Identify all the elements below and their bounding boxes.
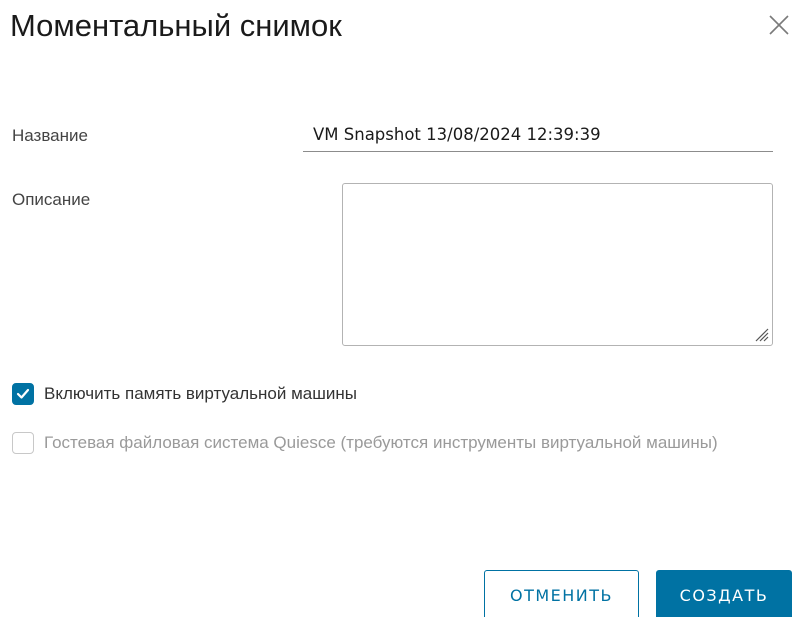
description-textarea[interactable] — [342, 183, 773, 346]
include-memory-checkbox[interactable] — [12, 383, 34, 405]
snapshot-dialog: Моментальный снимок Название Описание Вк… — [0, 0, 792, 617]
quiesce-label: Гостевая файловая система Quiesce (требу… — [44, 433, 718, 452]
include-memory-label: Включить память виртуальной машины — [44, 384, 357, 403]
dialog-title: Моментальный снимок — [10, 8, 342, 43]
cancel-button[interactable]: ОТМЕНИТЬ — [484, 570, 639, 617]
quiesce-checkbox[interactable] — [12, 432, 34, 454]
name-input[interactable] — [303, 118, 773, 152]
description-label: Описание — [12, 190, 91, 209]
include-memory-option: Включить память виртуальной машины — [12, 383, 357, 405]
close-button[interactable] — [768, 14, 790, 36]
create-button[interactable]: СОЗДАТЬ — [656, 570, 792, 617]
checkmark-icon — [16, 388, 30, 399]
name-label: Название — [12, 126, 88, 145]
quiesce-option: Гостевая файловая система Quiesce (требу… — [12, 432, 744, 461]
resize-grip-icon[interactable] — [753, 326, 769, 342]
close-icon — [769, 15, 789, 35]
